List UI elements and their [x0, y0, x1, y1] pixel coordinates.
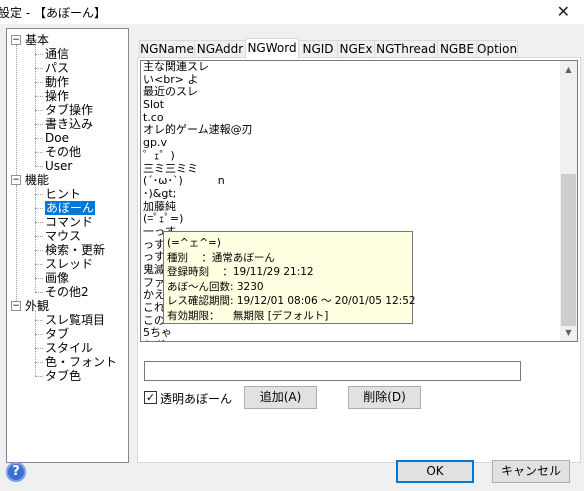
delete-button[interactable]: 削除(D): [348, 386, 421, 409]
tree-item[interactable]: タブ: [45, 327, 69, 341]
tree-item[interactable]: Doe: [45, 131, 69, 145]
tree-connector: [35, 166, 43, 167]
close-icon[interactable]: ✕: [557, 2, 570, 21]
transparent-abon-checkbox[interactable]: ✓: [144, 391, 157, 404]
settings-tree[interactable]: − 基本 通信 パス 動作 操作 タブ操作 書き込み Doe その他 User − 機能 ヒント あぼーんコ…: [6, 28, 129, 463]
tooltip-line: 種別 ：通常あぼーん: [167, 251, 275, 264]
tree-item[interactable]: 画像: [45, 271, 69, 285]
add-button[interactable]: 追加(A): [244, 386, 317, 409]
title-bar: 設定 - 【あぼーん】 ✕: [0, 0, 584, 24]
tab-ngaddr[interactable]: NGAddr: [194, 40, 246, 57]
tree-item[interactable]: タブ操作: [45, 103, 93, 117]
tooltip-line: レス確認期間: 19/12/01 08:06 ～ 20/01/05 12:52: [167, 295, 416, 307]
tree-connector: [16, 185, 17, 301]
tree-group-label[interactable]: 基本: [25, 33, 49, 47]
tree-connector: [35, 236, 43, 237]
tooltip-line: 登録時刻 ：19/11/29 21:12: [167, 266, 314, 278]
tree-item[interactable]: スレ覧項目: [45, 313, 105, 327]
tooltip-line: (=^ェ^=): [167, 237, 221, 249]
tree-connector: [35, 292, 43, 293]
ok-button[interactable]: OK: [396, 460, 474, 483]
tree-item[interactable]: パス: [45, 61, 69, 75]
tree-item[interactable]: 書き込み: [45, 117, 93, 131]
tree-connector: [35, 152, 43, 153]
tab-ngex[interactable]: NGEx: [337, 40, 375, 57]
tree-item[interactable]: 通信: [45, 47, 69, 61]
tree-item[interactable]: ヒント: [45, 187, 81, 201]
cancel-button[interactable]: キャンセル: [492, 460, 570, 483]
tab-ngword[interactable]: NGWord: [245, 38, 299, 59]
scroll-up-icon[interactable]: ▲: [560, 61, 577, 78]
list-scrollbar[interactable]: ▲ ▼: [560, 61, 577, 341]
help-icon[interactable]: ?: [6, 462, 26, 482]
tree-connector: [35, 124, 43, 125]
tree-item[interactable]: 色・フォント: [45, 355, 117, 369]
tree-item[interactable]: コマンド: [45, 215, 93, 229]
tree-connector: [35, 320, 43, 321]
tree-item[interactable]: マウス: [45, 229, 81, 243]
tree-expander-icon[interactable]: −: [11, 175, 21, 185]
list-item[interactable]: gp.v: [143, 136, 253, 150]
tree-item[interactable]: User: [45, 159, 72, 173]
tree-item[interactable]: あぼーん: [45, 201, 96, 215]
tree-connector: [35, 278, 43, 279]
tree-connector: [35, 222, 43, 223]
tree-item[interactable]: スレッド: [45, 257, 93, 271]
tree-connector: [35, 138, 43, 139]
tree-connector: [16, 45, 17, 175]
tab-ngbe[interactable]: NGBE: [437, 40, 477, 57]
tab-ngid[interactable]: NGID: [298, 40, 338, 57]
tree-connector: [35, 96, 43, 97]
tree-expander-icon[interactable]: −: [11, 301, 21, 311]
tree-connector: [35, 376, 43, 377]
tree-item[interactable]: タブ色: [45, 369, 81, 383]
tree-item[interactable]: スタイル: [45, 341, 93, 355]
tree-connector: [35, 264, 43, 265]
tab-ngthread[interactable]: NGThread: [374, 40, 438, 57]
tooltip-line: 有効期限： 無期限 [デフォルト]: [167, 309, 329, 322]
list-item[interactable]: ･)&gt;: [143, 187, 253, 201]
list-item[interactable]: Slot: [143, 98, 253, 112]
tree-item[interactable]: その他: [45, 145, 81, 159]
tree-connector: [35, 362, 43, 363]
tab-ngname[interactable]: NGName: [139, 40, 195, 57]
scroll-thumb[interactable]: [561, 174, 576, 326]
transparent-abon-label: 透明あぼーん: [160, 392, 233, 406]
tooltip-line: あぼ～ん回数: 3230: [167, 280, 264, 293]
tree-connector: [35, 334, 43, 335]
tree-connector: [35, 68, 43, 69]
tree-connector: [35, 185, 36, 292]
tree-item[interactable]: 動作: [45, 75, 69, 89]
tree-connector: [35, 110, 43, 111]
tree-group-label[interactable]: 機能: [25, 173, 49, 187]
tree-connector: [35, 311, 36, 376]
tree-expander-icon[interactable]: −: [11, 35, 21, 45]
tree-connector: [35, 194, 43, 195]
ng-word-input[interactable]: [144, 361, 521, 381]
tree-item[interactable]: 操作: [45, 89, 69, 103]
tree-group-label[interactable]: 外観: [25, 299, 49, 313]
window-title: 設定 - 【あぼーん】: [0, 6, 106, 20]
scroll-down-icon[interactable]: ▼: [560, 324, 577, 341]
tree-connector: [35, 208, 43, 209]
tree-item[interactable]: その他2: [45, 285, 89, 299]
tree-connector: [35, 250, 43, 251]
tree-item[interactable]: 検索・更新: [45, 243, 105, 257]
tree-connector: [35, 348, 43, 349]
ng-word-tooltip: (=^ェ^=) 種別 ：通常あぼーん登録時刻 ：19/11/29 21:12 あぼ～…: [163, 231, 416, 324]
tree-connector: [35, 45, 36, 166]
tree-connector: [35, 54, 43, 55]
tree-connector: [35, 82, 43, 83]
list-item[interactable]: ちぎ: [143, 339, 253, 341]
list-item[interactable]: 主な関連スレ: [143, 61, 253, 74]
tab-option[interactable]: Option: [476, 40, 518, 57]
list-item[interactable]: (´･ω･`) n: [143, 174, 253, 188]
list-item[interactable]: ゜ｪ゜): [143, 149, 253, 163]
